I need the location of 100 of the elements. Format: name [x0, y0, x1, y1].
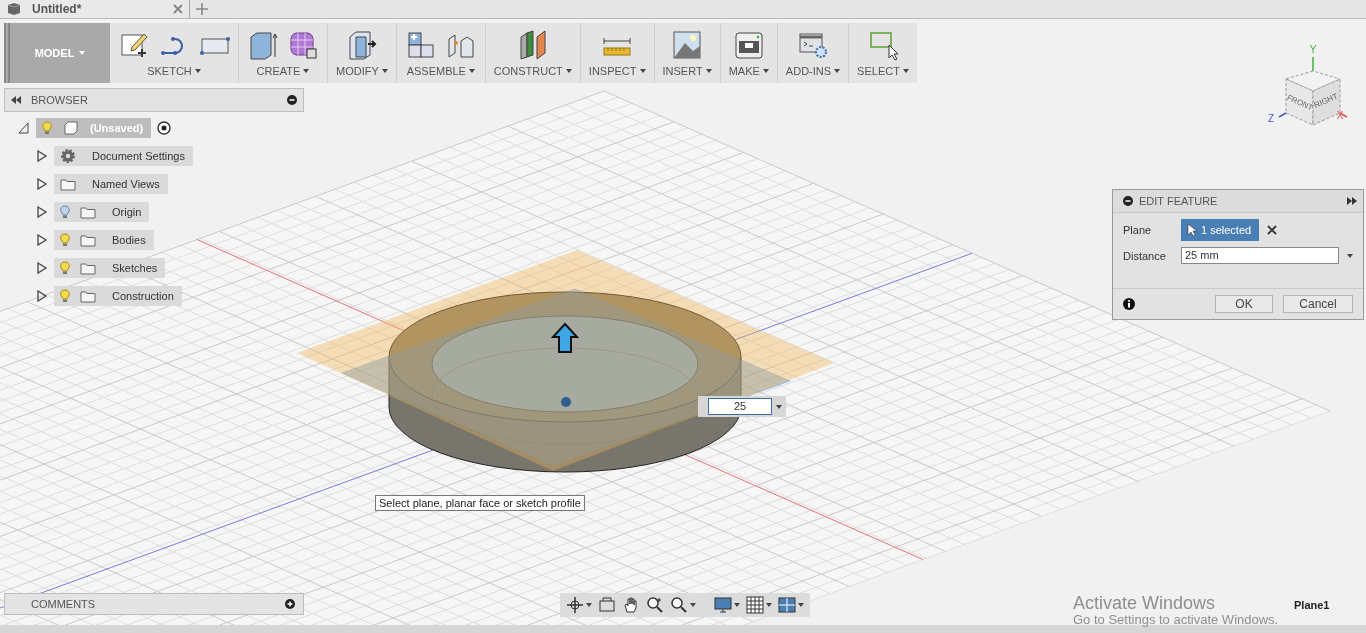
node-label: (Unsaved): [90, 122, 144, 134]
plus-icon[interactable]: [196, 3, 208, 15]
cube-icon: [64, 121, 78, 135]
pan-hand-button[interactable]: [622, 596, 640, 614]
display-button[interactable]: [714, 596, 740, 614]
light-bulb-icon[interactable]: [60, 261, 70, 275]
menu-button[interactable]: ADD-INS: [785, 63, 841, 79]
drag-arrow-handle[interactable]: [550, 322, 580, 353]
dialog-button[interactable]: OK: [1215, 295, 1273, 313]
info-icon[interactable]: [1123, 298, 1135, 310]
menu-button[interactable]: MODIFY: [336, 63, 388, 79]
menu-button[interactable]: CONSTRUCT: [493, 63, 572, 79]
menu-button[interactable]: ASSEMBLE: [406, 63, 475, 79]
folder-icon: [80, 233, 96, 247]
caret-icon: [381, 69, 388, 73]
collapse-icon[interactable]: [1123, 196, 1133, 206]
caret-icon[interactable]: [776, 404, 782, 409]
selection-box-icon[interactable]: [867, 29, 899, 61]
menu-button[interactable]: SELECT: [857, 63, 909, 79]
viewports-icon[interactable]: [778, 596, 796, 614]
cursor-icon: [1187, 223, 1197, 237]
target-icon[interactable]: [157, 121, 172, 135]
browser-node[interactable]: Origin: [54, 202, 150, 222]
folder-icon: [80, 289, 96, 303]
node-label: Document Settings: [91, 150, 185, 162]
zoom-button[interactable]: [646, 596, 664, 614]
minimize-icon[interactable]: [287, 95, 297, 105]
tab-title: Untitled*: [32, 2, 83, 16]
caret-icon: [834, 69, 841, 73]
field-label: Plane: [1123, 224, 1153, 236]
browser-node[interactable]: Bodies: [54, 230, 154, 250]
field-label: Distance: [1123, 249, 1167, 262]
zoom-window-icon[interactable]: [670, 596, 688, 614]
node-label: Bodies: [111, 234, 146, 246]
mesh-sphere-icon[interactable]: [287, 29, 319, 61]
axis-label: Z: [1268, 113, 1275, 124]
caret-icon: [303, 69, 310, 73]
caret-icon[interactable]: [1347, 253, 1353, 258]
browser-node[interactable]: Sketches: [54, 258, 166, 278]
expand-triangle-icon[interactable]: [36, 290, 48, 302]
panel-title: COMMENTS: [31, 598, 97, 610]
expand-triangle-icon[interactable]: [36, 150, 48, 162]
view-cube[interactable]: [1285, 70, 1341, 126]
caret-icon: [565, 69, 572, 73]
light-bulb-icon[interactable]: [60, 205, 70, 219]
browser-node[interactable]: Construction: [54, 286, 182, 306]
picture-icon[interactable]: [671, 29, 704, 61]
expand-triangle-icon[interactable]: [36, 262, 48, 274]
expand-triangle-icon[interactable]: [36, 234, 48, 246]
caret-icon: [468, 69, 475, 73]
folder-icon: [60, 177, 76, 191]
box-arrow-icon[interactable]: [247, 29, 279, 61]
menu-button[interactable]: CREATE: [256, 63, 310, 79]
selection-button[interactable]: 1 selected: [1181, 219, 1260, 241]
offset-plane[interactable]: [297, 250, 834, 471]
browser-node[interactable]: Document Settings: [54, 146, 193, 166]
node-label: Named Views: [91, 178, 160, 190]
caret-icon: [762, 69, 769, 73]
expand-triangle-icon[interactable]: [36, 206, 48, 218]
printer-icon[interactable]: [732, 29, 765, 61]
selection-status: Plane1: [1294, 599, 1330, 611]
menu-button[interactable]: MAKE: [728, 63, 769, 79]
menu-button[interactable]: SKETCH: [147, 63, 201, 79]
light-bulb-icon[interactable]: [42, 121, 52, 135]
browser-node[interactable]: Named Views: [54, 174, 168, 194]
tooltip-text: Select plane, planar face or sketch profile: [379, 497, 581, 509]
grid-icon[interactable]: [746, 596, 764, 614]
add-icon[interactable]: [285, 599, 295, 609]
caret-icon: [902, 69, 909, 73]
caret-icon: [705, 69, 712, 73]
caret-icon: [79, 51, 86, 55]
distance-field[interactable]: 25: [708, 398, 772, 415]
display-icon[interactable]: [714, 596, 732, 614]
clear-selection-icon[interactable]: [1267, 225, 1278, 235]
dialog-button[interactable]: Cancel: [1283, 295, 1353, 313]
axis-label: Y: [1309, 45, 1317, 55]
orbit-icon[interactable]: [566, 596, 584, 614]
zoom-window-button[interactable]: [670, 596, 696, 614]
look-at-button[interactable]: [598, 596, 616, 614]
caret-icon: [194, 69, 201, 73]
menu-button[interactable]: INSPECT: [588, 63, 646, 79]
panel-title: BROWSER: [31, 94, 89, 106]
activation-title: Activate Windows: [1073, 593, 1217, 613]
node-label: Origin: [111, 206, 142, 218]
expand-triangle-icon[interactable]: [36, 178, 48, 190]
orbit-button[interactable]: [566, 596, 592, 614]
close-icon[interactable]: [173, 4, 183, 14]
caret-icon: [639, 69, 646, 73]
light-bulb-icon[interactable]: [60, 233, 70, 247]
menu-button[interactable]: INSERT: [662, 63, 712, 79]
distance-input[interactable]: 25 mm: [1181, 247, 1339, 264]
grid-button[interactable]: [746, 596, 772, 614]
axis-label: X: [1336, 110, 1344, 121]
collapse-panel-icon[interactable]: [11, 96, 21, 104]
gear-icon: [60, 148, 76, 164]
light-bulb-icon[interactable]: [60, 289, 70, 303]
node-label: Sketches: [111, 262, 158, 274]
collapse-triangle-icon[interactable]: [18, 122, 30, 134]
expand-icon[interactable]: [1347, 197, 1357, 205]
viewports-button[interactable]: [778, 596, 804, 614]
